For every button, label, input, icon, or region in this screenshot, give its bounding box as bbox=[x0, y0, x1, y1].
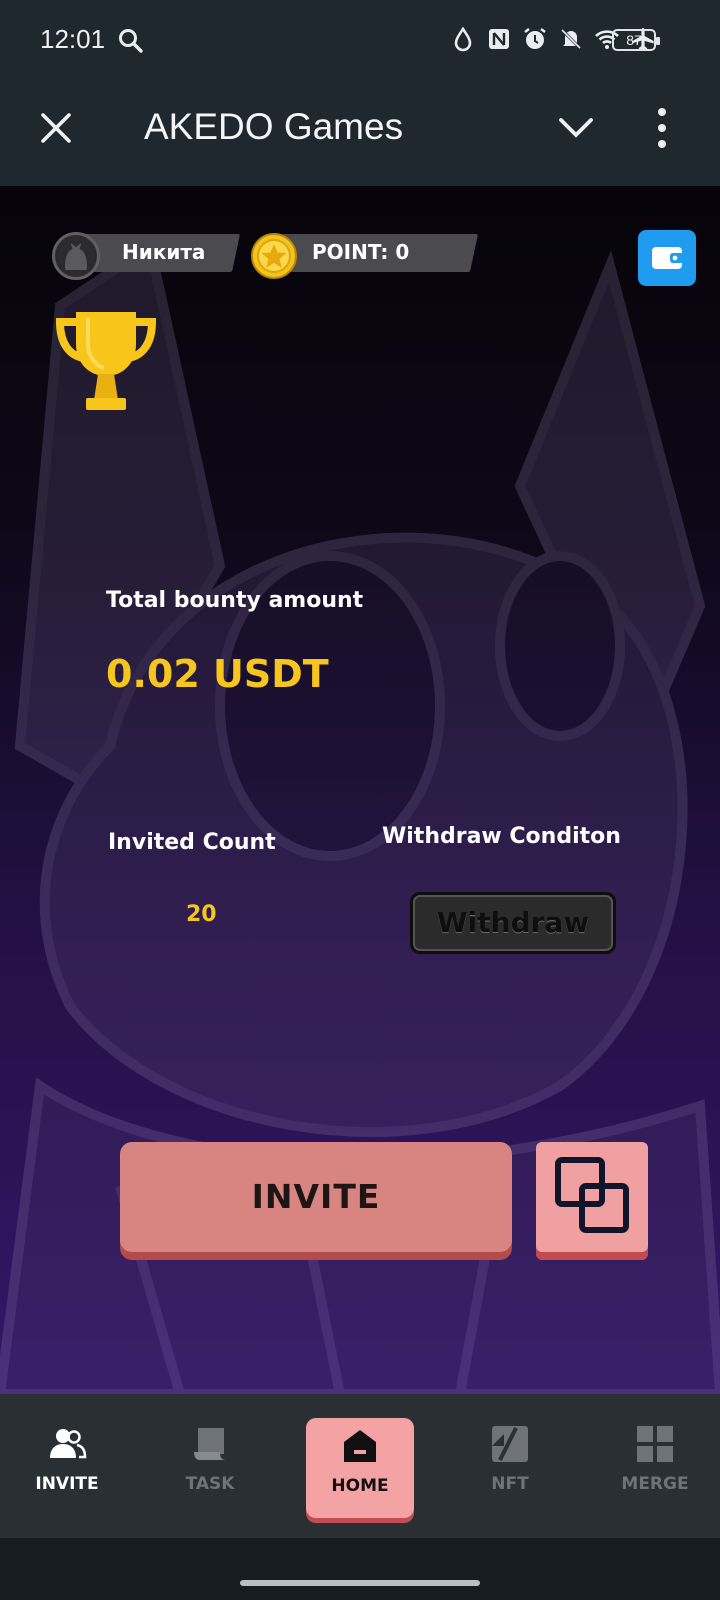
alarm-icon bbox=[524, 28, 546, 49]
home-gesture-handle[interactable] bbox=[240, 1580, 480, 1586]
status-bar: 12:01 87 bbox=[0, 0, 720, 82]
battery-indicator: 87 bbox=[612, 29, 660, 51]
user-name: Никита bbox=[122, 240, 206, 264]
invited-count-value: 20 bbox=[186, 902, 217, 927]
points-chip: POINT: 0 bbox=[250, 232, 480, 280]
invited-count-label: Invited Count bbox=[108, 830, 276, 855]
total-bounty-value: 0.02 USDT bbox=[106, 652, 329, 696]
star-coin-icon bbox=[251, 233, 297, 279]
tab-task-label: TASK bbox=[185, 1474, 235, 1494]
app-title: AKEDO Games bbox=[144, 106, 404, 147]
tab-task[interactable]: TASK bbox=[155, 1424, 265, 1514]
home-icon bbox=[344, 1430, 376, 1462]
points-label: POINT: 0 bbox=[312, 240, 410, 264]
tab-home[interactable]: HOME bbox=[306, 1418, 414, 1518]
total-bounty-label: Total bounty amount bbox=[106, 588, 364, 613]
tab-invite[interactable]: INVITE bbox=[12, 1424, 122, 1514]
nft-icon bbox=[492, 1426, 528, 1462]
status-time: 12:01 bbox=[40, 24, 106, 54]
scroll-icon bbox=[194, 1428, 226, 1460]
avatar bbox=[52, 232, 100, 280]
drop-icon bbox=[454, 26, 472, 52]
tab-merge-label: MERGE bbox=[621, 1474, 689, 1494]
withdraw-button[interactable]: Withdraw bbox=[410, 892, 616, 954]
tab-merge[interactable]: MERGE bbox=[600, 1424, 710, 1514]
gesture-bar bbox=[0, 1538, 720, 1600]
wallet-button[interactable] bbox=[638, 230, 696, 286]
withdraw-condition-label: Withdraw Conditon bbox=[382, 824, 621, 849]
tab-home-label: HOME bbox=[331, 1476, 389, 1496]
tab-invite-label: INVITE bbox=[35, 1474, 99, 1494]
close-icon[interactable] bbox=[38, 110, 74, 146]
trophy-icon[interactable] bbox=[52, 306, 160, 418]
more-vertical-icon[interactable] bbox=[654, 106, 670, 150]
invite-button[interactable]: INVITE bbox=[120, 1142, 512, 1252]
grid-icon bbox=[637, 1426, 673, 1462]
nfc-icon bbox=[489, 29, 509, 49]
user-profile-chip[interactable]: Никита bbox=[52, 232, 241, 280]
bottom-navigation: INVITE TASK HOME NFT MERGE bbox=[0, 1394, 720, 1538]
mute-icon bbox=[560, 28, 582, 50]
app-bar: AKEDO Games bbox=[0, 82, 720, 186]
tab-nft[interactable]: NFT bbox=[455, 1424, 565, 1514]
search-icon bbox=[119, 29, 143, 53]
tab-nft-label: NFT bbox=[491, 1474, 529, 1494]
wallet-icon bbox=[652, 247, 684, 269]
copy-icon bbox=[555, 1157, 629, 1233]
game-area: Никита POINT: 0 Total bounty amount 0.02… bbox=[0, 186, 720, 1394]
chevron-down-icon[interactable] bbox=[556, 110, 596, 144]
users-icon bbox=[50, 1429, 87, 1459]
copy-link-button[interactable] bbox=[536, 1142, 648, 1252]
